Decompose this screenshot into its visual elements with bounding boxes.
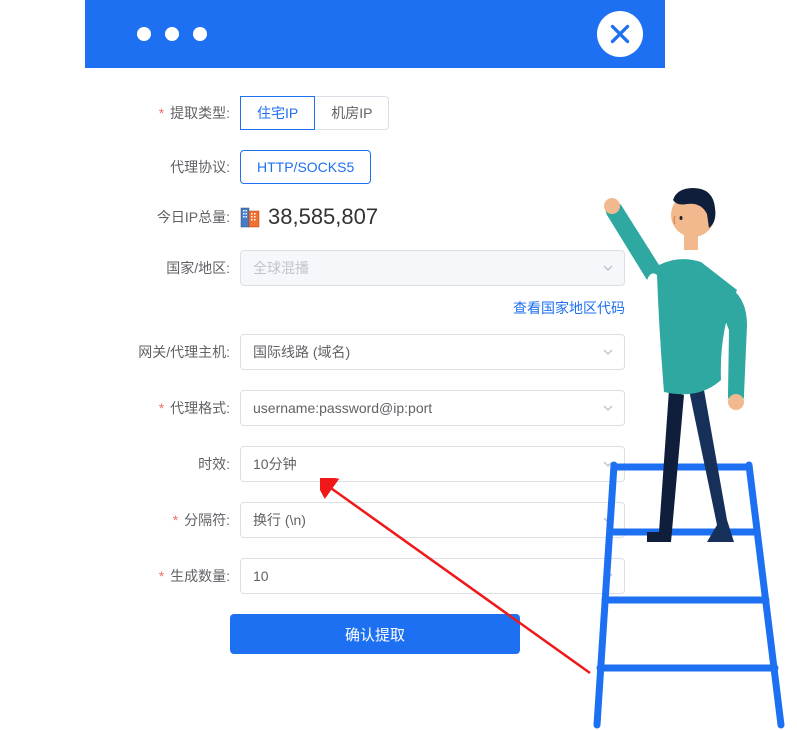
label-format: 代理格式: bbox=[125, 398, 240, 418]
label-extract-type: 提取类型: bbox=[125, 103, 240, 123]
select-duration-value: 10分钟 bbox=[253, 454, 297, 474]
chevron-down-icon bbox=[602, 402, 614, 414]
select-format[interactable]: username:password@ip:port bbox=[240, 390, 625, 426]
chevron-down-icon bbox=[602, 458, 614, 470]
label-duration: 时效: bbox=[125, 454, 240, 474]
select-format-value: username:password@ip:port bbox=[253, 400, 432, 416]
chevron-down-icon bbox=[602, 514, 614, 526]
chevron-down-icon bbox=[602, 262, 614, 274]
select-separator[interactable]: 换行 (\n) bbox=[240, 502, 625, 538]
close-button[interactable] bbox=[597, 11, 643, 57]
row-region-link: 查看国家地区代码 bbox=[240, 298, 625, 318]
building-icon bbox=[240, 206, 260, 228]
option-http-socks5[interactable]: HTTP/SOCKS5 bbox=[240, 150, 371, 184]
select-region-value: 全球混播 bbox=[253, 258, 309, 278]
row-gateway: 网关/代理主机: 国际线路 (域名) bbox=[125, 334, 625, 370]
row-submit: 确认提取 bbox=[125, 614, 625, 654]
label-gateway: 网关/代理主机: bbox=[125, 342, 240, 362]
dot bbox=[137, 27, 151, 41]
select-gateway-value: 国际线路 (域名) bbox=[253, 342, 350, 362]
select-count-value: 10 bbox=[253, 568, 269, 584]
row-count: 生成数量: 10 bbox=[125, 558, 625, 594]
label-ip-total: 今日IP总量: bbox=[125, 207, 240, 227]
row-region: 国家/地区: 全球混播 bbox=[125, 250, 625, 286]
chevron-down-icon bbox=[602, 570, 614, 582]
window-dots bbox=[137, 27, 207, 41]
label-region: 国家/地区: bbox=[125, 258, 240, 278]
close-icon bbox=[607, 21, 633, 47]
row-format: 代理格式: username:password@ip:port bbox=[125, 390, 625, 426]
option-datacenter-ip[interactable]: 机房IP bbox=[315, 96, 389, 130]
titlebar bbox=[85, 0, 665, 68]
ip-total-number: 38,585,807 bbox=[268, 204, 378, 230]
config-window: 提取类型: 住宅IP 机房IP 代理协议: HTTP/SOCKS5 今日IP总量… bbox=[85, 0, 665, 674]
submit-button[interactable]: 确认提取 bbox=[230, 614, 520, 654]
row-protocol: 代理协议: HTTP/SOCKS5 bbox=[125, 150, 625, 184]
select-count[interactable]: 10 bbox=[240, 558, 625, 594]
row-ip-total: 今日IP总量: 38,585,807 bbox=[125, 204, 625, 230]
label-count: 生成数量: bbox=[125, 566, 240, 586]
region-codes-link[interactable]: 查看国家地区代码 bbox=[513, 298, 625, 318]
row-separator: 分隔符: 换行 (\n) bbox=[125, 502, 625, 538]
dot bbox=[165, 27, 179, 41]
select-separator-value: 换行 (\n) bbox=[253, 510, 306, 530]
select-region: 全球混播 bbox=[240, 250, 625, 286]
chevron-down-icon bbox=[602, 346, 614, 358]
option-residential-ip[interactable]: 住宅IP bbox=[240, 96, 315, 130]
form: 提取类型: 住宅IP 机房IP 代理协议: HTTP/SOCKS5 今日IP总量… bbox=[85, 68, 665, 674]
dot bbox=[193, 27, 207, 41]
ip-total-value: 38,585,807 bbox=[240, 204, 378, 230]
label-separator: 分隔符: bbox=[125, 510, 240, 530]
row-duration: 时效: 10分钟 bbox=[125, 446, 625, 482]
row-extract-type: 提取类型: 住宅IP 机房IP bbox=[125, 96, 625, 130]
label-protocol: 代理协议: bbox=[125, 157, 240, 177]
select-duration[interactable]: 10分钟 bbox=[240, 446, 625, 482]
select-gateway[interactable]: 国际线路 (域名) bbox=[240, 334, 625, 370]
